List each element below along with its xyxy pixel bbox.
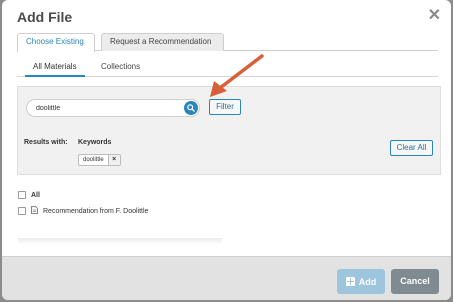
modal-footer: Add Cancel — [2, 256, 451, 300]
subtab-collections[interactable]: Collections — [101, 58, 140, 77]
remove-x-icon[interactable]: × — [107, 155, 120, 165]
modal-title: Add File — [17, 9, 73, 25]
filter-button[interactable]: Filter — [209, 99, 241, 115]
tab-request-recommendation[interactable]: Request a Recommendation — [101, 33, 224, 51]
clear-all-button[interactable]: Clear All — [390, 140, 433, 156]
search-box — [26, 99, 200, 117]
search-icon[interactable] — [184, 101, 198, 115]
all-label: All — [31, 191, 40, 199]
top-tab-bar: Choose Existing Request a Recommendation — [17, 33, 438, 52]
results-with-label: Results with: — [24, 139, 68, 146]
tab-choose-existing[interactable]: Choose Existing — [17, 33, 95, 52]
document-icon — [31, 206, 38, 216]
keyword-text: doolittle — [83, 157, 104, 163]
close-icon[interactable]: ✕ — [428, 5, 441, 25]
plus-square-icon — [345, 277, 355, 286]
add-button-label: Add — [358, 276, 377, 287]
loading-placeholder — [18, 238, 222, 244]
list-item-all: All — [18, 190, 40, 200]
keywords-label: Keywords — [78, 139, 112, 146]
add-file-modal: Add File ✕ Choose Existing Request a Rec… — [2, 0, 451, 300]
subtab-all-materials[interactable]: All Materials — [25, 58, 85, 77]
item-checkbox[interactable] — [18, 207, 26, 215]
item-label: Recommendation from F. Doolittle — [43, 207, 149, 215]
keyword-tag: doolittle × — [78, 154, 121, 166]
add-button[interactable]: Add — [337, 269, 385, 294]
select-all-checkbox[interactable] — [18, 191, 26, 199]
list-item: Recommendation from F. Doolittle — [18, 206, 148, 216]
annotation-arrow — [210, 54, 264, 97]
search-input[interactable] — [36, 102, 186, 114]
cancel-button[interactable]: Cancel — [391, 269, 439, 294]
